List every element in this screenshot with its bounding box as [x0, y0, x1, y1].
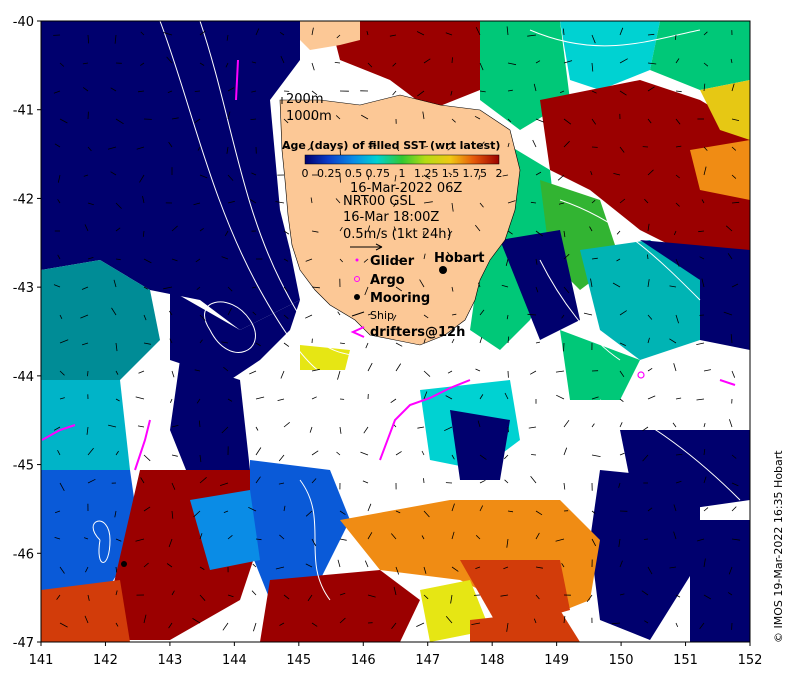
y-tick-label: -46	[13, 547, 34, 562]
x-tick-label: 141	[29, 653, 54, 668]
colorbar	[304, 154, 500, 165]
x-tick-label: 142	[93, 653, 118, 668]
x-tick-label: 148	[480, 653, 505, 668]
hobart-label: Hobart	[434, 251, 485, 266]
colorbar-tick-label: 1	[399, 167, 406, 180]
x-axis: 141 142 143 144 145 146 147 148 149 150 151 152	[29, 642, 763, 668]
mooring-symbol	[354, 294, 360, 300]
x-tick-label: 151	[673, 653, 698, 668]
y-tick-label: -42	[13, 192, 34, 207]
colorbar-tick-label: 2	[496, 167, 503, 180]
colorbar-tick-label: 1.75	[463, 167, 488, 180]
product-label: NRT00 GSL	[343, 194, 416, 209]
current-arrow	[194, 90, 201, 92]
scale-label: 0.5m/s (1kt 24h)	[343, 227, 452, 242]
x-tick-label: 147	[415, 653, 440, 668]
colorbar-title: Age (days) of filled SST (wrt latest)	[282, 139, 500, 152]
y-tick-label: -41	[13, 104, 34, 119]
y-tick-label: -43	[13, 281, 34, 296]
x-tick-label: 146	[351, 653, 376, 668]
current-arrow	[451, 57, 453, 64]
argo-label: Argo	[370, 273, 405, 288]
x-tick-label: 150	[609, 653, 634, 668]
x-tick-label: 152	[738, 653, 763, 668]
isobath-1000-label: 1000m	[286, 109, 332, 124]
y-tick-label: -40	[13, 15, 34, 30]
colorbar-tick-label: 0.75	[366, 167, 391, 180]
credit-text: © IMOS 19-Mar-2022 16:35 Hobart	[772, 450, 785, 643]
colorbar-tick-label: 0.25	[317, 167, 342, 180]
current-arrow	[563, 342, 565, 352]
current-arrow	[507, 426, 509, 433]
y-tick-label: -47	[13, 636, 34, 651]
x-tick-label: 149	[544, 653, 569, 668]
drifter-label: drifters@12h	[370, 325, 465, 340]
glider-label: Glider	[370, 254, 415, 269]
x-tick-label: 145	[286, 653, 311, 668]
mooring-marker	[121, 561, 127, 567]
hobart-marker	[439, 266, 447, 274]
isobath-200-label: 200m	[286, 92, 323, 107]
y-tick-label: -44	[13, 370, 34, 385]
x-tick-label: 144	[222, 653, 247, 668]
glider-symbol	[355, 258, 359, 262]
colorbar-ticks: 0 0.25 0.5 0.75 1 1.25 1.5 1.75 2	[302, 167, 503, 180]
product-time: 16-Mar 18:00Z	[343, 210, 439, 225]
ship-label: Ship	[370, 309, 394, 322]
colorbar-tick-label: 0	[302, 167, 309, 180]
current-arrow	[643, 538, 649, 540]
current-arrow	[423, 478, 425, 484]
colorbar-tick-label: 1.5	[442, 167, 460, 180]
colorbar-tick-label: 1.25	[414, 167, 439, 180]
sst-age-map: 141 142 143 144 145 146 147 148 149 150 151 152 -40…	[13, 15, 785, 668]
colorbar-tick-label: 0.5	[345, 167, 363, 180]
x-tick-label: 143	[157, 653, 182, 668]
current-arrow	[87, 370, 89, 377]
current-arrow	[531, 454, 537, 456]
mooring-label: Mooring	[370, 291, 430, 306]
y-tick-label: -45	[13, 459, 34, 474]
y-axis: -40 -41 -42 -43 -44 -45 -46 -47	[13, 15, 41, 651]
